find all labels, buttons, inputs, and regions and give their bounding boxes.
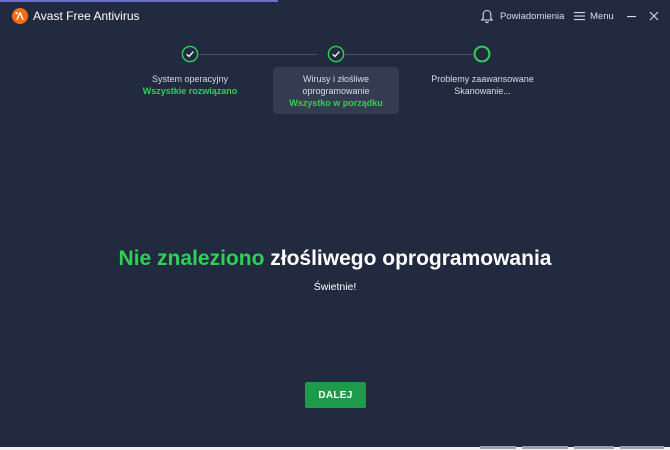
- minimize-icon: [627, 16, 636, 18]
- app-title: Avast Free Antivirus: [33, 9, 140, 23]
- close-icon: [649, 11, 659, 21]
- hamburger-icon: [574, 12, 585, 21]
- result-headline-rest: złośliwego oprogramowania: [270, 247, 552, 270]
- title-bar: Avast Free Antivirus Powiadomienia Menu: [0, 0, 670, 32]
- avast-window: Avast Free Antivirus Powiadomienia Menu: [0, 0, 670, 450]
- checkmark-circle-icon: [327, 45, 345, 63]
- step-title: System operacyjny: [151, 74, 229, 84]
- bell-icon: [480, 9, 494, 23]
- step-status: Wszystko w porządku: [289, 98, 383, 108]
- result-headline: Nie znaleziono złośliwego oprogramowania: [0, 247, 670, 271]
- step-title: Wirusy i złośliwe oprogramowanie: [302, 74, 370, 96]
- minimize-button[interactable]: [622, 7, 640, 25]
- step-status: Wszystkie rozwiązano: [142, 86, 238, 96]
- notifications-label: Powiadomienia: [500, 10, 565, 22]
- step-status: Skanowanie...: [454, 86, 511, 96]
- notifications-button[interactable]: Powiadomienia: [480, 8, 564, 24]
- menu-button[interactable]: Menu: [574, 8, 614, 24]
- avast-logo-icon: [12, 8, 28, 24]
- progress-ring-icon: [473, 45, 491, 63]
- result-headline-highlight: Nie znaleziono: [118, 247, 265, 270]
- result-subtext: Świetnie!: [313, 281, 357, 293]
- next-button[interactable]: DALEJ: [305, 382, 366, 408]
- step-advanced-issues: Problemy zaawansowane Skanowanie...: [410, 73, 555, 97]
- close-button[interactable]: [645, 7, 663, 25]
- step-title: Problemy zaawansowane: [431, 74, 534, 84]
- step-viruses-malware: Wirusy i złośliwe oprogramowanie Wszystk…: [273, 73, 399, 109]
- step-connector: [345, 54, 473, 55]
- step-connector: [199, 54, 317, 55]
- checkmark-circle-icon: [181, 45, 199, 63]
- step-operating-system: System operacyjny Wszystkie rozwiązano: [120, 73, 260, 97]
- menu-label: Menu: [590, 10, 614, 22]
